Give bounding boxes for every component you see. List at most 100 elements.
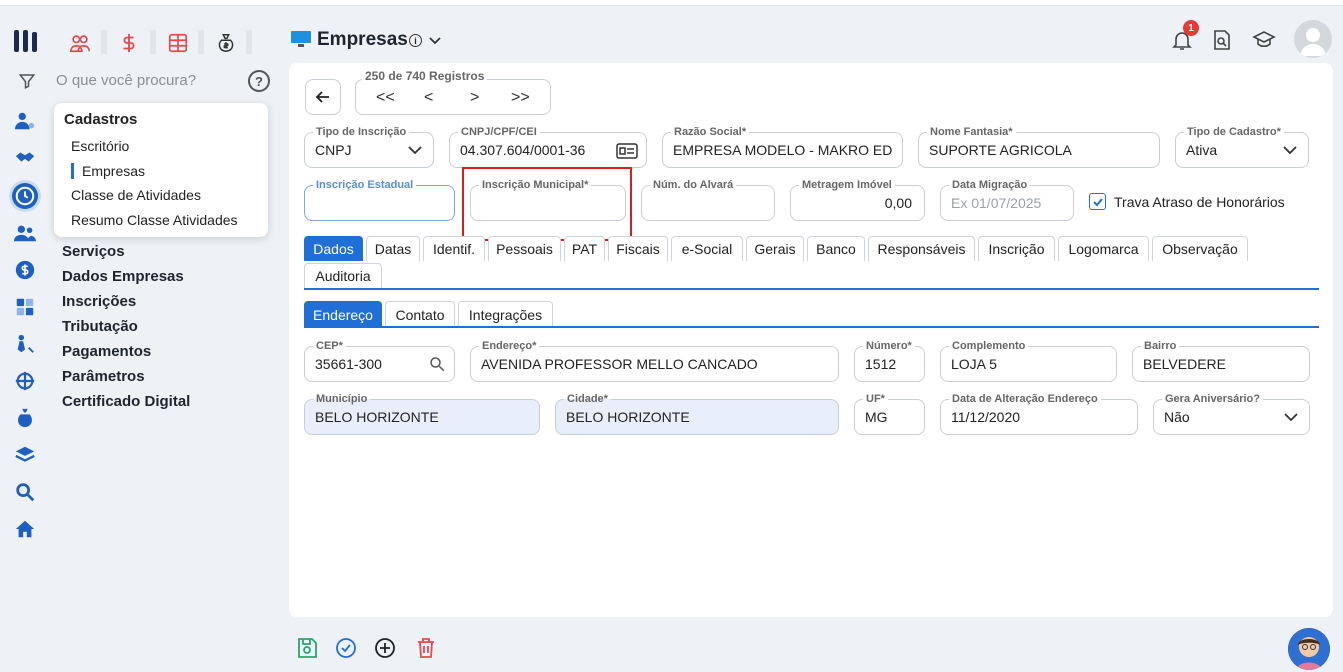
tabs-underline (304, 288, 1319, 290)
add-icon[interactable] (373, 636, 397, 660)
gera-aniversario-select[interactable]: Gera Aniversário? Não (1153, 392, 1310, 435)
submenu-item-empresas[interactable]: Empresas (71, 163, 145, 179)
nav-tributacao[interactable]: Tributação (62, 318, 138, 335)
submenu-title[interactable]: Cadastros (64, 111, 137, 128)
users-icon[interactable] (12, 220, 38, 246)
nav-inscricoes[interactable]: Inscrições (62, 293, 136, 310)
inscricao-estadual-field[interactable]: Inscrição Estadual (304, 178, 455, 221)
save-icon[interactable] (295, 636, 319, 660)
user-settings-icon[interactable] (12, 108, 38, 134)
tipo-cadastro-select[interactable]: Tipo de Cadastro* Ativa (1175, 125, 1309, 168)
filter-icon[interactable] (18, 72, 36, 90)
confirm-icon[interactable] (334, 636, 358, 660)
tab-identif[interactable]: Identif. (423, 236, 485, 261)
tab-esocial[interactable]: e-Social (671, 236, 743, 261)
data-alteracao-field[interactable]: Data de Alteração Endereço 11/12/2020 (940, 392, 1138, 435)
chevron-down-icon (408, 146, 422, 155)
money-bag-icon[interactable] (208, 28, 244, 58)
network-icon[interactable] (12, 368, 38, 394)
back-button[interactable] (305, 79, 341, 115)
arrow-left-icon (315, 91, 329, 103)
pager-label: 250 de 740 Registros (362, 69, 488, 83)
calculator-icon[interactable] (12, 294, 38, 320)
tab-fiscais[interactable]: Fiscais (608, 236, 668, 261)
record-pager: << < > >> (355, 79, 551, 115)
page-title: Empresas (317, 29, 408, 50)
coin-icon[interactable] (12, 257, 38, 283)
nav-servicos[interactable]: Serviços (62, 243, 125, 260)
cep-field[interactable]: CEP* 35661-300 (304, 339, 455, 382)
subtab-integracoes[interactable]: Integrações (458, 301, 553, 327)
dollar-icon[interactable] (111, 28, 147, 58)
document-search-icon[interactable] (1210, 28, 1234, 52)
home-icon[interactable] (12, 516, 38, 542)
tab-auditoria[interactable]: Auditoria (304, 263, 382, 288)
tab-logomarca[interactable]: Logomarca (1058, 236, 1149, 261)
tab-gerais[interactable]: Gerais (746, 236, 804, 261)
info-icon[interactable]: i (409, 34, 422, 47)
pager-last-button[interactable]: >> (511, 89, 530, 107)
tab-datas[interactable]: Datas (366, 236, 420, 261)
tab-inscricao[interactable]: Inscrição (978, 236, 1055, 261)
nome-fantasia-field[interactable]: Nome Fantasia* SUPORTE AGRICOLA (918, 125, 1160, 168)
uf-field[interactable]: UF* MG (854, 392, 925, 435)
numero-field[interactable]: Número* 1512 (854, 339, 925, 382)
nav-certificado-digital[interactable]: Certificado Digital (62, 393, 190, 410)
pager-first-button[interactable]: << (376, 89, 395, 107)
nav-pagamentos[interactable]: Pagamentos (62, 343, 151, 360)
cidade-field[interactable]: Cidade* BELO HORIZONTE (555, 392, 839, 435)
nav-dados-empresas[interactable]: Dados Empresas (62, 268, 184, 285)
search-input[interactable]: O que você procura? (56, 72, 196, 89)
endereco-field[interactable]: Endereço* AVENIDA PROFESSOR MELLO CANCAD… (470, 339, 839, 382)
layers-icon[interactable] (12, 442, 38, 468)
notification-badge: 1 (1183, 20, 1199, 36)
highlight-box (462, 167, 632, 241)
app-logo[interactable] (14, 28, 42, 54)
tab-pat[interactable]: PAT (564, 236, 605, 261)
tab-banco[interactable]: Banco (807, 236, 865, 261)
trava-label[interactable]: Trava Atraso de Honorários (1114, 194, 1285, 210)
tab-observacao[interactable]: Observação (1152, 236, 1248, 261)
tab-pessoais[interactable]: Pessoais (488, 236, 561, 261)
tab-dados[interactable]: Dados (304, 236, 363, 261)
clock-icon[interactable] (12, 183, 38, 209)
trava-checkbox[interactable] (1089, 193, 1106, 210)
assistant-avatar[interactable] (1288, 628, 1330, 670)
trash-icon[interactable] (414, 636, 438, 660)
avatar[interactable] (1294, 20, 1332, 58)
monitor-icon (291, 31, 311, 47)
submenu-item-resumo-classe[interactable]: Resumo Classe Atividades (71, 212, 238, 228)
chevron-down-icon[interactable] (428, 34, 442, 46)
municipio-field[interactable]: Município BELO HORIZONTE (304, 392, 540, 435)
complemento-field[interactable]: Complemento LOJA 5 (940, 339, 1117, 382)
help-icon[interactable]: ? (248, 70, 270, 92)
graduation-cap-icon[interactable] (1252, 28, 1276, 52)
pager-prev-button[interactable]: < (424, 89, 433, 107)
handshake-icon[interactable] (12, 145, 38, 171)
pager-next-button[interactable]: > (470, 89, 479, 107)
tab-responsaveis[interactable]: Responsáveis (868, 236, 975, 261)
chevron-down-icon (1284, 413, 1298, 422)
pen-icon[interactable] (12, 331, 38, 357)
submenu-item-escritorio[interactable]: Escritório (71, 138, 129, 154)
search-icon[interactable] (428, 355, 446, 373)
people-icon[interactable] (62, 28, 98, 58)
search-icon[interactable] (12, 479, 38, 505)
metragem-imovel-field[interactable]: Metragem Imóvel 0,00 (790, 178, 925, 221)
tipo-inscricao-select[interactable]: Tipo de Inscrição CNPJ (304, 125, 434, 168)
check-icon (1092, 197, 1103, 206)
bairro-field[interactable]: Bairro BELVEDERE (1132, 339, 1310, 382)
subtab-contato[interactable]: Contato (385, 301, 455, 327)
spreadsheet-icon[interactable] (160, 28, 196, 58)
nav-parametros[interactable]: Parâmetros (62, 368, 145, 385)
data-migracao-field[interactable]: Data Migração Ex 01/07/2025 (940, 178, 1074, 221)
chevron-down-icon (1283, 146, 1297, 155)
razao-social-field[interactable]: Razão Social* EMPRESA MODELO - MAKRO EDU… (662, 125, 903, 168)
num-alvara-field[interactable]: Núm. do Alvará (641, 178, 775, 221)
cnpj-field[interactable]: CNPJ/CPF/CEI 04.307.604/0001-36 (449, 125, 647, 168)
money-bag-icon[interactable] (12, 405, 38, 431)
subtab-endereco[interactable]: Endereço (304, 301, 382, 327)
submenu-item-classe-atividades[interactable]: Classe de Atividades (71, 187, 201, 203)
top-strip (0, 0, 1343, 6)
id-card-icon[interactable] (616, 141, 638, 161)
